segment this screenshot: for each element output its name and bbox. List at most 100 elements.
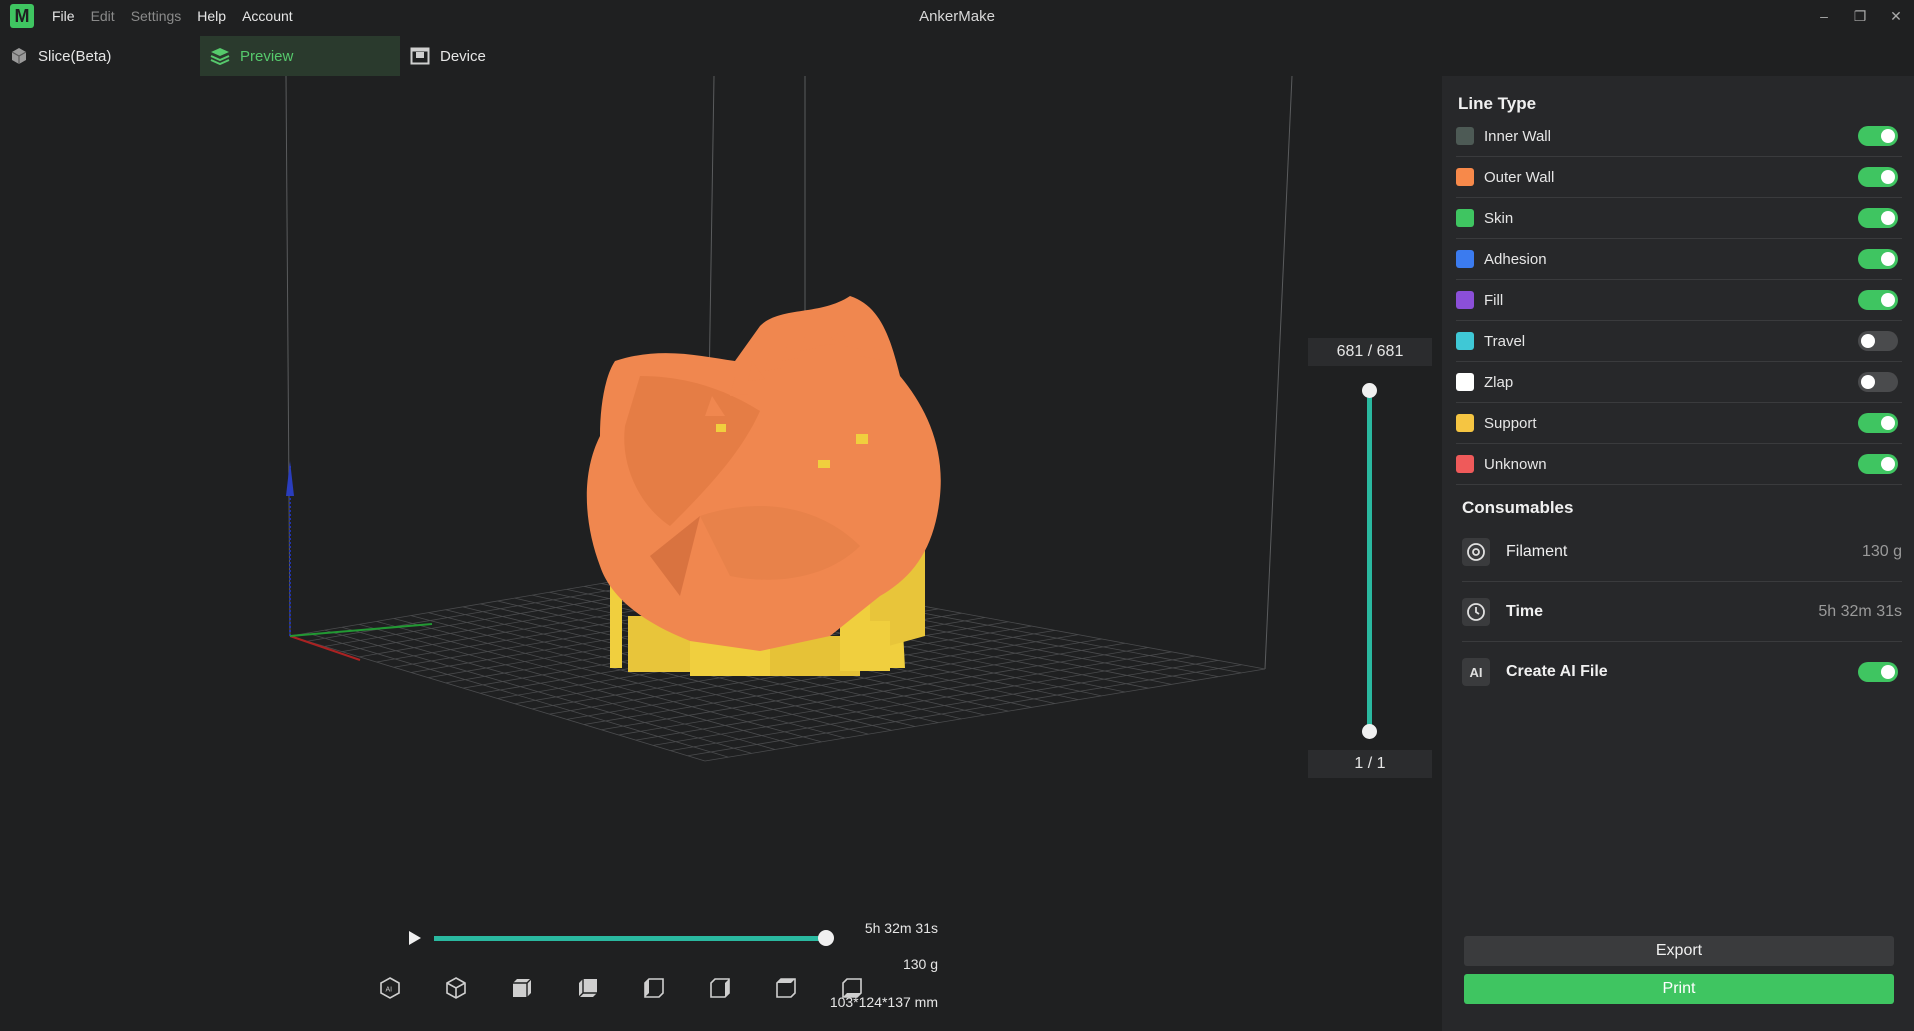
bottom-view-icon[interactable] <box>840 976 864 1000</box>
line-type-label: Skin <box>1484 209 1514 227</box>
iso-view-icon[interactable] <box>444 976 468 1000</box>
ai-view-icon[interactable]: AI <box>378 976 402 1000</box>
layers-icon <box>210 48 230 65</box>
line-type-toggle[interactable] <box>1858 372 1898 392</box>
line-type-label: Adhesion <box>1484 250 1547 268</box>
line-type-row: Inner Wall <box>1456 116 1902 157</box>
line-type-label: Zlap <box>1484 373 1514 391</box>
tab-preview-label: Preview <box>240 47 294 65</box>
app-logo: M <box>10 4 34 28</box>
layer-top-indicator: 681 / 681 <box>1308 338 1432 366</box>
line-type-label: Unknown <box>1484 455 1547 473</box>
time-label: Time <box>1506 602 1544 620</box>
line-type-color-swatch <box>1456 414 1474 432</box>
minimize-button[interactable]: – <box>1806 0 1842 32</box>
line-type-row: Support <box>1456 403 1902 444</box>
line-type-toggle[interactable] <box>1858 167 1898 187</box>
y-axis <box>289 623 433 637</box>
window-controls: – ❐ ✕ <box>1806 0 1914 32</box>
filament-row: Filament 130 g <box>1462 522 1902 582</box>
back-view-icon[interactable] <box>576 976 600 1000</box>
playback-slider-track[interactable] <box>434 936 826 941</box>
line-type-label: Outer Wall <box>1484 168 1555 186</box>
line-type-color-swatch <box>1456 291 1474 309</box>
line-type-toggle[interactable] <box>1858 249 1898 269</box>
line-type-toggle[interactable] <box>1858 290 1898 310</box>
create-ai-file-label: Create AI File <box>1506 663 1608 680</box>
line-type-row: Unknown <box>1456 444 1902 485</box>
tab-device[interactable]: Device <box>400 36 600 76</box>
line-type-row: Travel <box>1456 321 1902 362</box>
line-type-color-swatch <box>1456 250 1474 268</box>
top-view-icon[interactable] <box>774 976 798 1000</box>
line-type-row: Fill <box>1456 280 1902 321</box>
filament-label: Filament <box>1506 542 1568 560</box>
menu-file[interactable]: File <box>46 6 81 26</box>
print-button[interactable]: Print <box>1464 974 1894 1004</box>
layer-slider-track[interactable] <box>1367 390 1372 732</box>
create-ai-file-toggle[interactable] <box>1858 662 1898 682</box>
line-type-row: Skin <box>1456 198 1902 239</box>
printer-icon <box>410 47 430 65</box>
menu-help[interactable]: Help <box>191 6 232 26</box>
tab-slice[interactable]: Slice(Beta) <box>0 36 200 76</box>
restore-button[interactable]: ❐ <box>1842 0 1878 32</box>
preview-side-panel: Line Type Inner Wall Outer Wall Skin Adhesi… <box>1442 76 1914 1031</box>
cube-icon <box>11 48 27 64</box>
title-bar: M File Edit Settings Help Account AnkerM… <box>0 0 1914 32</box>
front-view-icon[interactable] <box>510 976 534 1000</box>
line-type-row: Adhesion <box>1456 239 1902 280</box>
line-type-toggle[interactable] <box>1858 413 1898 433</box>
stat-weight: 130 g <box>902 956 938 972</box>
line-type-toggle[interactable] <box>1858 454 1898 474</box>
line-type-color-swatch <box>1456 373 1474 391</box>
line-type-color-swatch <box>1456 209 1474 227</box>
stat-time: 5h 32m 31s <box>864 920 938 936</box>
mode-tabs: Slice(Beta) Preview Device <box>0 36 600 76</box>
tab-device-label: Device <box>440 47 486 65</box>
left-view-icon[interactable] <box>642 976 666 1000</box>
filament-icon <box>1462 537 1490 566</box>
line-type-label: Fill <box>1484 291 1504 309</box>
time-value: 5h 32m 31s <box>1818 602 1902 620</box>
line-type-label: Support <box>1484 414 1537 432</box>
export-button[interactable]: Export <box>1464 936 1894 966</box>
line-type-row: Outer Wall <box>1456 157 1902 198</box>
3d-viewport[interactable]: 681 / 681 1 / 1 5h 32m 31s 130 g 103*124… <box>0 76 1442 1031</box>
create-ai-file-row: AI Create AI File <box>1462 642 1902 702</box>
clock-icon <box>1462 597 1490 626</box>
scene-canvas[interactable] <box>0 76 1442 1031</box>
close-button[interactable]: ✕ <box>1878 0 1914 32</box>
menu-edit[interactable]: Edit <box>85 6 121 26</box>
playback-slider-handle[interactable] <box>818 930 834 946</box>
line-type-toggle[interactable] <box>1858 331 1898 351</box>
line-type-label: Travel <box>1484 332 1526 350</box>
layer-slider-bottom-handle[interactable] <box>1362 724 1377 739</box>
line-type-color-swatch <box>1456 455 1474 473</box>
line-type-toggle[interactable] <box>1858 208 1898 228</box>
view-toolbar: AI <box>378 976 864 1000</box>
consumables-title: Consumables <box>1462 498 1574 517</box>
menu-bar: File Edit Settings Help Account <box>46 6 299 26</box>
filament-value: 130 g <box>1861 542 1902 560</box>
ai-file-icon: AI <box>1462 658 1490 686</box>
line-type-toggle[interactable] <box>1858 126 1898 146</box>
z-axis-arrow <box>286 461 294 496</box>
tab-preview[interactable]: Preview <box>200 36 400 76</box>
line-type-color-swatch <box>1456 168 1474 186</box>
layer-bottom-indicator: 1 / 1 <box>1308 750 1432 778</box>
line-type-color-swatch <box>1456 332 1474 350</box>
line-type-label: Inner Wall <box>1484 127 1551 145</box>
right-view-icon[interactable] <box>708 976 732 1000</box>
line-type-row: Zlap <box>1456 362 1902 403</box>
menu-account[interactable]: Account <box>236 6 299 26</box>
menu-settings[interactable]: Settings <box>125 6 188 26</box>
time-row: Time 5h 32m 31s <box>1462 582 1902 642</box>
play-icon[interactable] <box>408 930 422 946</box>
layer-slider-top-handle[interactable] <box>1362 383 1377 398</box>
svg-text:AI: AI <box>386 987 393 994</box>
line-type-title: Line Type <box>1458 94 1537 113</box>
tab-slice-label: Slice(Beta) <box>38 47 112 65</box>
x-axis <box>289 635 361 661</box>
line-type-color-swatch <box>1456 127 1474 145</box>
